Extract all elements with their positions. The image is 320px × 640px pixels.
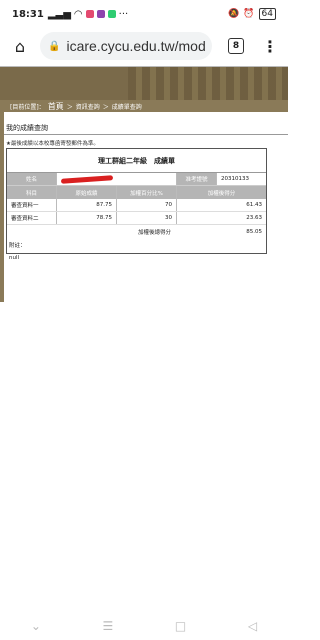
tab-switcher-button[interactable]: 8 <box>228 38 244 54</box>
col-raw: 原始成績 <box>57 186 117 199</box>
raw-cell: 78.75 <box>57 212 117 224</box>
banner-pattern <box>128 67 288 101</box>
breadcrumb-sep: ＞ <box>102 103 109 111</box>
weighted-cell: 23.63 <box>246 215 262 221</box>
col-subject: 科目 <box>7 186 57 199</box>
name-label: 姓名 <box>7 173 57 185</box>
breadcrumb-current: 成績單查詢 <box>111 103 142 111</box>
browser-toolbar: ⌂ 🔒 icare.cycu.edu.tw/mod 8 ⋮ <box>0 28 288 64</box>
breadcrumb-label: [目前位置]： <box>10 103 45 111</box>
page-note: ★最後成績以本校專函寄發郵件為準。 <box>6 141 99 147</box>
recent-apps-icon[interactable]: ☰ <box>103 619 114 633</box>
pct-cell: 30 <box>117 212 177 224</box>
more-notifications-icon: ··· <box>118 8 129 20</box>
left-strip <box>0 112 4 302</box>
raw-cell: 87.75 <box>57 199 117 211</box>
subject-cell: 審查資料二 <box>7 212 57 224</box>
breadcrumb-section-link[interactable]: 資訊查詢 <box>76 102 100 111</box>
wifi-icon: ◠ <box>73 8 83 20</box>
chevron-down-icon[interactable]: ⌄ <box>31 619 41 633</box>
breadcrumb-sep: ＞ <box>66 103 73 111</box>
status-icons-left: ▂▃▅ ◠ ··· <box>48 9 128 20</box>
pct-cell: 70 <box>117 199 177 211</box>
breadcrumb: [目前位置]： 首頁 ＞ 資訊查詢 ＞ 成績單查詢 <box>0 100 288 112</box>
weighted-cell: 61.43 <box>246 202 262 208</box>
col-pct: 加權百分比% <box>117 186 177 199</box>
notification-app-icon <box>85 10 94 18</box>
remark-label: 附註： <box>9 243 26 249</box>
info-row: 姓名 准考證號 20310133 <box>7 173 266 186</box>
total-row: 加權後總得分 85.05 <box>7 225 266 239</box>
back-icon[interactable]: ◁ <box>248 619 257 633</box>
name-value <box>57 173 177 185</box>
column-header-row: 科目 原始成績 加權百分比% 加權後得分 <box>7 186 266 199</box>
total-value: 85.05 <box>246 229 262 235</box>
breadcrumb-home-link[interactable]: 首頁 <box>48 101 64 112</box>
signal-icon: ▂▃▅ <box>47 8 71 20</box>
more-menu-icon[interactable]: ⋮ <box>262 37 278 56</box>
col-weighted: 加權後得分 <box>177 186 266 199</box>
grade-table-header: 理工群組二年級 成績單 <box>7 149 266 173</box>
grade-table: 理工群組二年級 成績單 姓名 准考證號 20310133 科目 原始成績 加權百… <box>6 148 267 261</box>
mute-icon: 🔕 <box>228 9 240 19</box>
home-button-icon[interactable]: □ <box>175 619 186 633</box>
alarm-icon: ⏰ <box>243 9 255 19</box>
line-app-icon <box>107 10 116 18</box>
lock-icon: 🔒 <box>48 40 61 52</box>
divider <box>4 134 288 135</box>
address-bar[interactable]: 🔒 icare.cycu.edu.tw/mod <box>40 32 212 60</box>
exam-no-value: 20310133 <box>221 176 249 182</box>
system-nav-bar: ⌄ ☰ □ ◁ <box>0 612 288 640</box>
home-icon[interactable]: ⌂ <box>8 34 32 58</box>
page-title: 我的成績查詢 <box>6 124 48 132</box>
status-time: 18:31 <box>12 8 44 20</box>
notification-app-icon <box>96 10 105 18</box>
table-row: 審查資料二 78.75 30 23.63 <box>7 212 266 225</box>
exam-no-label: 准考證號 <box>177 173 217 185</box>
remark-value: null <box>9 255 20 261</box>
total-label: 加權後總得分 <box>137 230 171 236</box>
redacted-name <box>60 174 114 184</box>
battery-icon: 64 <box>258 8 276 20</box>
status-icons-right: 🔕 ⏰ 64 <box>228 8 276 20</box>
table-row: 審查資料一 87.75 70 61.43 <box>7 199 266 212</box>
status-bar: 18:31 ▂▃▅ ◠ ··· 🔕 ⏰ 64 <box>0 0 288 28</box>
subject-cell: 審查資料一 <box>7 199 57 211</box>
url-text: icare.cycu.edu.tw/mod <box>66 38 206 54</box>
